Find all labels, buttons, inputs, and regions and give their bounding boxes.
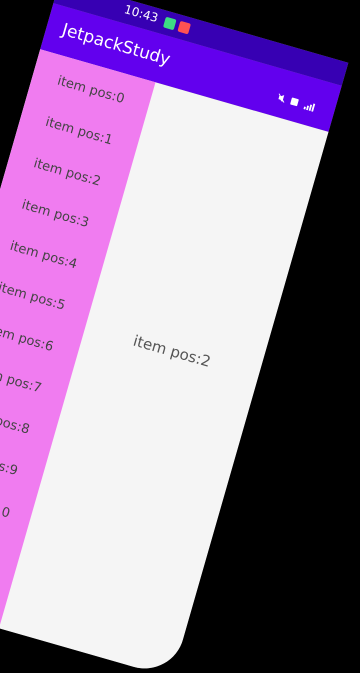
app-notification-icon xyxy=(162,16,177,31)
mute-icon xyxy=(275,93,287,107)
status-time: 10:43 xyxy=(122,2,160,26)
5g-signal-icon xyxy=(301,100,318,115)
phone-screen: 10:43 JetpackStudy item pos:0 item pos:1… xyxy=(0,0,349,673)
detail-label: item pos:2 xyxy=(131,331,213,371)
nfc-icon xyxy=(288,96,301,110)
main-content: item pos:0 item pos:1 item pos:2 item po… xyxy=(0,49,329,673)
screen: 10:43 JetpackStudy item pos:0 item pos:1… xyxy=(0,0,360,673)
system-icons xyxy=(275,93,318,116)
video-notification-icon xyxy=(177,20,192,35)
